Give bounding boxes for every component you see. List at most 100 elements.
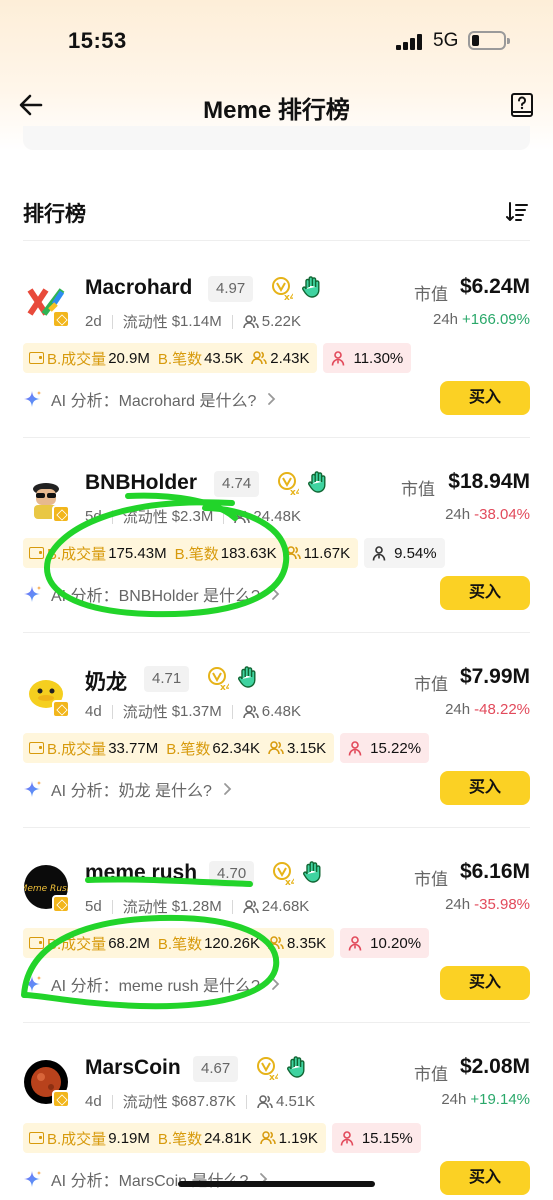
svg-text:x4: x4: [220, 683, 229, 691]
verified-x4-icon: x4: [277, 472, 302, 498]
hand-icon: [286, 1055, 308, 1079]
ranking-item[interactable]: 奶龙 4.71 x4 市值 $7.99M 4d 流动性 $1.37M 6.48K 24h -48.2…: [0, 633, 553, 828]
ai-analysis-text: AI 分析：Macrohard 是什么?: [51, 393, 257, 410]
person-icon: [348, 740, 362, 756]
ranking-item[interactable]: MarsCoin 4.67 x4 市值 $2.08M 4d 流动性 $687.87K 4.51K…: [0, 1023, 553, 1200]
price-change: 24h +19.14%: [441, 1091, 530, 1108]
liquidity-value: $2.3M: [171, 508, 214, 525]
change-value: -35.98%: [474, 896, 530, 913]
volume-value: 33.77M: [108, 739, 159, 757]
separator: [111, 314, 113, 329]
section-title: 排行榜: [23, 203, 86, 226]
volume-value: 20.9M: [108, 349, 150, 367]
battery-icon: [468, 31, 510, 50]
ai-analysis-link[interactable]: AI 分析：MarsCoin 是什么?: [23, 1167, 268, 1191]
holder-pct-value: 15.22%: [370, 739, 422, 757]
period-label: 24h: [445, 506, 471, 523]
person-icon: [331, 350, 345, 366]
token-meta: 2d 流动性 $1.14M 5.22K: [85, 311, 301, 332]
holder-pct-value: 11.30%: [353, 349, 404, 367]
holder-pct-tag: 11.30%: [323, 343, 412, 373]
holder-pct-tag: 10.20%: [340, 928, 430, 958]
buy-button[interactable]: 买入: [440, 966, 530, 1000]
tx-value: 62.34K: [212, 739, 260, 757]
verified-x4-icon: x4: [207, 667, 232, 693]
wallet-icon: [29, 742, 44, 754]
holder-pct-tag: 15.15%: [331, 1123, 421, 1153]
market-cap-label: 市值: [414, 675, 448, 694]
stats-tags: B.成交量 175.43M B.笔数 183.63K 11.67K 9.54%: [23, 538, 445, 568]
volume-tag: B.成交量 20.9M B.笔数 43.5K 2.43K: [23, 343, 318, 373]
ai-analysis-link[interactable]: AI 分析：meme rush 是什么?: [23, 972, 280, 996]
buy-button[interactable]: 买入: [440, 381, 530, 415]
ai-analysis-link[interactable]: AI 分析：Macrohard 是什么?: [23, 387, 276, 411]
verified-x4-icon: x4: [271, 277, 296, 303]
change-value: +166.09%: [462, 311, 530, 328]
volume-label: B.成交量: [47, 545, 107, 563]
chain-badge-icon: [52, 1090, 70, 1108]
ai-analysis-link[interactable]: AI 分析：BNBHolder 是什么?: [23, 582, 280, 606]
chain-badge-icon: [52, 700, 70, 718]
traders-value: 3.15K: [286, 739, 327, 757]
price-change: 24h -38.04%: [445, 506, 530, 523]
holders-value: 24.68K: [261, 898, 310, 915]
liquidity-label: 流动性: [122, 314, 168, 331]
token-name: Macrohard: [85, 276, 193, 299]
hand-icon: [301, 275, 323, 299]
chain-badge-icon: [52, 310, 70, 328]
stats-tags: B.成交量 68.2M B.笔数 120.26K 8.35K 10.20%: [23, 928, 430, 958]
separator: [231, 704, 233, 719]
holders-icon: [243, 704, 259, 719]
hand-icon: [237, 665, 259, 689]
holder-pct-tag: 9.54%: [364, 538, 445, 568]
ai-sparkle-icon: [23, 779, 43, 799]
status-time: 15:53: [68, 28, 127, 53]
market-cap-label: 市值: [414, 1065, 448, 1084]
ai-analysis-text: AI 分析：奶龙 是什么?: [51, 783, 212, 800]
svg-text:Meme Rush: Meme Rush: [24, 884, 68, 894]
signal-icon: [396, 34, 424, 50]
home-indicator: [178, 1181, 375, 1187]
buy-button[interactable]: 买入: [440, 771, 530, 805]
ai-analysis-text: AI 分析：meme rush 是什么?: [51, 978, 260, 995]
page-title: Meme 排行榜: [203, 97, 350, 124]
wallet-icon: [29, 1132, 44, 1144]
chevron-right-icon: [266, 392, 276, 406]
ranking-item[interactable]: BNBHolder 4.74 x4 市值 $18.94M 5d 流动性 $2.3M 24.48K…: [0, 438, 553, 633]
market-cap-label: 市值: [414, 285, 448, 304]
volume-tag: B.成交量 175.43M B.笔数 183.63K 11.67K: [23, 538, 359, 568]
traders-icon: [259, 1131, 276, 1145]
sort-icon[interactable]: [505, 200, 529, 224]
holder-pct-value: 10.20%: [370, 934, 422, 952]
token-avatar: [24, 475, 70, 523]
stats-tags: B.成交量 20.9M B.笔数 43.5K 2.43K 11.30%: [23, 343, 412, 373]
separator: [231, 314, 233, 329]
ranking-item[interactable]: Meme Rush meme rush 4.70 x4 市值 $6.16M 5d 流动性$1.…: [0, 828, 553, 1023]
traders-icon: [268, 741, 284, 755]
stats-tags: B.成交量 9.19M B.笔数 24.81K 1.19K 15.15%: [23, 1123, 421, 1153]
verified-x4-icon: x4: [256, 1057, 281, 1083]
token-meta: 4d 流动性 $1.37M 6.48K: [85, 701, 301, 722]
period-label: 24h: [432, 311, 459, 328]
nav-bar: Meme 排行榜: [0, 84, 553, 130]
buy-button[interactable]: 买入: [440, 576, 530, 610]
wallet-icon: [29, 547, 44, 559]
volume-value: 68.2M: [108, 934, 150, 952]
traders-value: 1.19K: [278, 1129, 318, 1147]
ranking-item[interactable]: Macrohard 4.97 x4 市值 $6.24M 2d 流动性 $1.14M 5.22K 2…: [0, 243, 553, 438]
help-book-icon[interactable]: [510, 92, 534, 120]
holder-pct-value: 15.15%: [361, 1129, 413, 1147]
holders-icon: [257, 1094, 273, 1109]
token-name: BNBHolder: [85, 471, 198, 494]
traders-value: 8.35K: [286, 934, 327, 952]
buy-button[interactable]: 买入: [440, 1161, 530, 1195]
traders-icon: [251, 351, 268, 365]
ai-analysis-link[interactable]: AI 分析：奶龙 是什么?: [23, 777, 232, 801]
ai-sparkle-icon: [23, 1169, 43, 1189]
price-change: 24h -48.22%: [445, 701, 530, 718]
hand-icon: [307, 470, 329, 494]
svg-text:x4: x4: [284, 293, 293, 301]
holders-value: 5.22K: [261, 313, 301, 330]
token-meta: 5d 流动性 $2.3M 24.48K: [85, 506, 301, 527]
wallet-icon: [29, 937, 44, 949]
